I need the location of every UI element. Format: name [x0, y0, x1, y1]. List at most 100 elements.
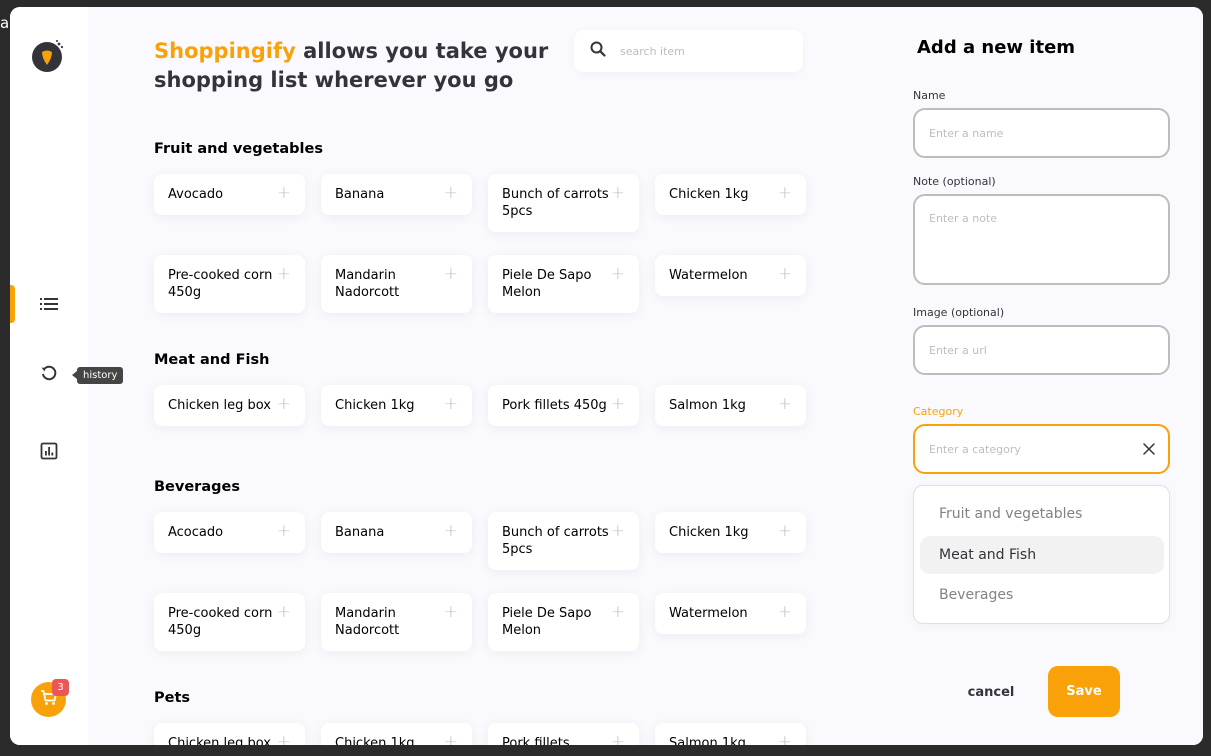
- page-title: Shoppingify allows you take your shoppin…: [154, 37, 554, 95]
- item-card[interactable]: Pre-cooked corn 450g +: [154, 255, 305, 313]
- plus-icon[interactable]: +: [444, 396, 458, 413]
- item-card[interactable]: Pork fillets 450g +: [488, 385, 639, 426]
- item-name: Mandarin Nadorcott: [335, 268, 400, 300]
- item-card[interactable]: Avocado +: [154, 174, 305, 215]
- plus-icon[interactable]: +: [444, 185, 458, 202]
- cancel-button[interactable]: cancel: [956, 677, 1026, 707]
- item-card[interactable]: Pork fillets +: [488, 723, 639, 745]
- plus-icon[interactable]: +: [778, 523, 792, 540]
- item-card[interactable]: Watermelon +: [655, 593, 806, 634]
- plus-icon[interactable]: +: [277, 523, 291, 540]
- plus-icon[interactable]: +: [277, 266, 291, 283]
- plus-icon[interactable]: +: [444, 734, 458, 746]
- plus-icon[interactable]: +: [778, 185, 792, 202]
- plus-icon[interactable]: +: [444, 604, 458, 621]
- plus-icon[interactable]: +: [778, 266, 792, 283]
- item-card[interactable]: Mandarin Nadorcott +: [321, 593, 472, 651]
- item-card[interactable]: Banana +: [321, 512, 472, 553]
- nav-statistics[interactable]: [10, 433, 88, 473]
- item-name: Watermelon: [669, 606, 748, 621]
- item-card[interactable]: Bunch of carrots 5pcs +: [488, 174, 639, 232]
- close-icon[interactable]: [1140, 440, 1158, 458]
- section-title: Meat and Fish: [154, 352, 270, 368]
- item-card[interactable]: Bunch of carrots 5pcs +: [488, 512, 639, 570]
- item-name: Piele De Sapo Melon: [502, 606, 592, 638]
- item-name: Bunch of carrots 5pcs: [502, 525, 609, 557]
- item-name: Banana: [335, 525, 385, 540]
- plus-icon[interactable]: +: [277, 604, 291, 621]
- plus-icon[interactable]: +: [277, 734, 291, 746]
- item-card[interactable]: Chicken 1kg +: [655, 174, 806, 215]
- item-card[interactable]: Mandarin Nadorcott +: [321, 255, 472, 313]
- name-input[interactable]: [913, 108, 1170, 158]
- section-title: Beverages: [154, 479, 240, 495]
- item-name: Chicken 1kg: [669, 525, 749, 540]
- plus-icon[interactable]: +: [277, 396, 291, 413]
- dropdown-option[interactable]: Beverages: [920, 576, 1164, 614]
- panel-title: Add a new item: [917, 37, 1076, 58]
- plus-icon[interactable]: +: [778, 734, 792, 746]
- category-input[interactable]: [913, 424, 1170, 474]
- item-name: Chicken leg box: [168, 398, 272, 413]
- active-indicator: [10, 285, 15, 323]
- item-name: Banana: [335, 187, 385, 202]
- plus-icon[interactable]: +: [611, 266, 625, 283]
- item-card[interactable]: Piele De Sapo Melon +: [488, 255, 639, 313]
- item-name: Acocado: [168, 525, 224, 540]
- plus-icon[interactable]: +: [611, 604, 625, 621]
- category-dropdown: Fruit and vegetables Meat and Fish Bever…: [913, 485, 1170, 624]
- plus-icon[interactable]: +: [611, 396, 625, 413]
- image-url-input[interactable]: [913, 325, 1170, 375]
- nav-items-list[interactable]: [10, 285, 88, 325]
- item-card[interactable]: Watermelon +: [655, 255, 806, 296]
- item-card[interactable]: Piele De Sapo Melon +: [488, 593, 639, 651]
- history-icon: [40, 364, 58, 386]
- item-name: Mandarin Nadorcott: [335, 606, 400, 638]
- search-icon: [590, 41, 606, 61]
- dropdown-option-selected[interactable]: Meat and Fish: [920, 536, 1164, 574]
- item-card[interactable]: Salmon 1kg +: [655, 723, 806, 745]
- plus-icon[interactable]: +: [611, 523, 625, 540]
- add-item-panel: Add a new item Name Note (optional) Imag…: [896, 7, 1203, 745]
- note-textarea[interactable]: [913, 194, 1170, 285]
- plus-icon[interactable]: +: [444, 523, 458, 540]
- carrot-logo-icon[interactable]: [31, 37, 67, 73]
- main-content: Shoppingify allows you take your shoppin…: [88, 7, 896, 745]
- image-label: Image (optional): [913, 306, 1005, 319]
- item-name: Bunch of carrots 5pcs: [502, 187, 609, 219]
- cart-count-badge: 3: [52, 679, 69, 696]
- item-card[interactable]: Chicken leg box +: [154, 723, 305, 745]
- item-card[interactable]: Chicken 1kg +: [321, 723, 472, 745]
- search-input[interactable]: [620, 44, 770, 58]
- item-card[interactable]: Salmon 1kg +: [655, 385, 806, 426]
- plus-icon[interactable]: +: [778, 604, 792, 621]
- item-name: Chicken 1kg: [335, 736, 415, 745]
- dropdown-option[interactable]: Fruit and vegetables: [920, 495, 1164, 533]
- search-box[interactable]: [574, 30, 803, 72]
- section-title: Fruit and vegetables: [154, 141, 323, 157]
- item-card[interactable]: Chicken leg box +: [154, 385, 305, 426]
- item-name: Pre-cooked corn 450g: [168, 268, 273, 300]
- app-window: history 3 Shoppingify allows you take yo…: [10, 7, 1203, 745]
- corner-letter: a: [0, 14, 10, 32]
- section-title: Pets: [154, 690, 191, 706]
- item-name: Pork fillets 450g: [502, 398, 607, 413]
- item-card[interactable]: Banana +: [321, 174, 472, 215]
- plus-icon[interactable]: +: [611, 185, 625, 202]
- item-card[interactable]: Pre-cooked corn 450g +: [154, 593, 305, 651]
- item-name: Salmon 1kg: [669, 398, 746, 413]
- item-name: Pre-cooked corn 450g: [168, 606, 273, 638]
- stats-icon: [40, 442, 58, 464]
- item-name: Salmon 1kg: [669, 736, 746, 745]
- brand-name: Shoppingify: [154, 39, 296, 63]
- item-card[interactable]: Chicken 1kg +: [655, 512, 806, 553]
- item-card[interactable]: Acocado +: [154, 512, 305, 553]
- list-icon: [40, 296, 58, 315]
- plus-icon[interactable]: +: [611, 734, 625, 746]
- save-button[interactable]: Save: [1048, 666, 1120, 717]
- item-card[interactable]: Chicken 1kg +: [321, 385, 472, 426]
- plus-icon[interactable]: +: [444, 266, 458, 283]
- item-name: Pork fillets: [502, 736, 570, 745]
- plus-icon[interactable]: +: [778, 396, 792, 413]
- plus-icon[interactable]: +: [277, 185, 291, 202]
